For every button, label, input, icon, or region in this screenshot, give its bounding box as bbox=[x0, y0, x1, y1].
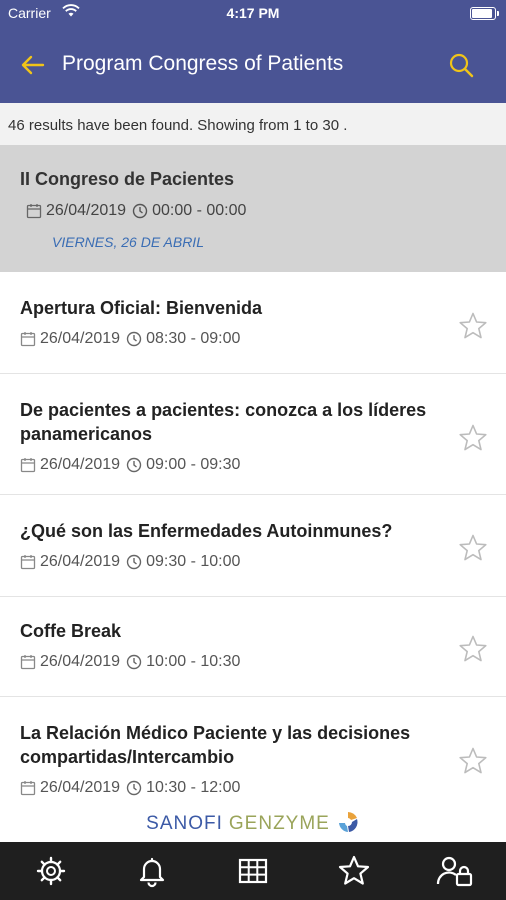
header-bar: Program Congress of Patients bbox=[0, 28, 506, 103]
session-item[interactable]: Apertura Oficial: Bienvenida 26/04/2019 … bbox=[0, 272, 506, 374]
profile-tab[interactable] bbox=[432, 848, 478, 894]
clock-icon bbox=[132, 203, 148, 219]
sponsor-banner: SANOFI GENZYME bbox=[0, 806, 506, 842]
session-date: 26/04/2019 bbox=[40, 779, 121, 796]
session-datetime: 26/04/2019 08:30 - 09:00 bbox=[20, 330, 240, 348]
page-title: Program Congress of Patients bbox=[62, 52, 344, 75]
favorite-star-icon[interactable] bbox=[458, 746, 488, 776]
results-text: 46 results have been found. Showing from… bbox=[8, 117, 348, 134]
session-item[interactable]: Coffe Break 26/04/2019 10:00 - 10:30 bbox=[0, 597, 506, 697]
session-title: De pacientes a pacientes: conozca a los … bbox=[20, 400, 427, 444]
session-item[interactable]: ¿Qué son las Enfermedades Autoinmunes? 2… bbox=[0, 495, 506, 597]
calendar-icon bbox=[20, 555, 36, 570]
grid-icon bbox=[238, 858, 268, 884]
session-time: 08:30 - 09:00 bbox=[146, 330, 241, 347]
calendar-icon bbox=[26, 204, 42, 219]
section-datetime: 26/04/2019 00:00 - 00:00 bbox=[26, 202, 246, 220]
session-date: 26/04/2019 bbox=[40, 330, 121, 347]
clock-icon bbox=[126, 331, 142, 347]
session-item[interactable]: La Relación Médico Paciente y las decisi… bbox=[0, 697, 506, 808]
session-title: Apertura Oficial: Bienvenida bbox=[20, 298, 263, 318]
calendar-icon bbox=[20, 332, 36, 347]
favorite-star-icon[interactable] bbox=[458, 311, 488, 341]
notifications-tab[interactable] bbox=[129, 848, 175, 894]
battery-icon bbox=[470, 7, 499, 20]
session-datetime: 26/04/2019 10:30 - 12:00 bbox=[20, 779, 240, 797]
favorite-star-icon[interactable] bbox=[458, 533, 488, 563]
calendar-icon bbox=[20, 458, 36, 473]
session-date: 26/04/2019 bbox=[40, 653, 121, 670]
bell-icon bbox=[139, 857, 164, 888]
section-time: 00:00 - 00:00 bbox=[152, 202, 247, 219]
session-item[interactable]: De pacientes a pacientes: conozca a los … bbox=[0, 374, 506, 495]
session-time: 09:30 - 10:00 bbox=[146, 553, 241, 570]
section-day-label: VIERNES, 26 DE ABRIL bbox=[52, 234, 204, 250]
session-datetime: 26/04/2019 10:00 - 10:30 bbox=[20, 653, 240, 671]
status-bar: Carrier 4:17 PM bbox=[0, 0, 506, 28]
calendar-icon bbox=[20, 655, 36, 670]
settings-tab[interactable] bbox=[28, 848, 74, 894]
results-summary: 46 results have been found. Showing from… bbox=[0, 103, 506, 145]
session-time: 09:00 - 09:30 bbox=[146, 456, 241, 473]
program-tab[interactable] bbox=[230, 848, 276, 894]
clock-time: 4:17 PM bbox=[226, 5, 280, 21]
star-icon bbox=[339, 855, 370, 885]
session-time: 10:30 - 12:00 bbox=[146, 779, 241, 796]
favorite-star-icon[interactable] bbox=[458, 634, 488, 664]
clock-icon bbox=[126, 457, 142, 473]
session-datetime: 26/04/2019 09:00 - 09:30 bbox=[20, 456, 240, 474]
sponsor-logo-icon bbox=[336, 810, 360, 839]
session-title: La Relación Médico Paciente y las decisi… bbox=[20, 723, 411, 767]
sponsor-name-sanofi: SANOFI bbox=[146, 813, 223, 834]
session-datetime: 26/04/2019 09:30 - 10:00 bbox=[20, 553, 240, 571]
tab-bar bbox=[0, 842, 506, 900]
session-date: 26/04/2019 bbox=[40, 553, 121, 570]
session-date: 26/04/2019 bbox=[40, 456, 121, 473]
back-arrow-icon[interactable] bbox=[18, 50, 48, 80]
search-icon[interactable] bbox=[446, 50, 476, 80]
clock-icon bbox=[126, 654, 142, 670]
section-title: II Congreso de Pacientes bbox=[20, 169, 235, 189]
favorites-tab[interactable] bbox=[331, 848, 377, 894]
user-lock-icon bbox=[437, 856, 473, 887]
session-time: 10:00 - 10:30 bbox=[146, 653, 241, 670]
section-date: 26/04/2019 bbox=[46, 202, 127, 219]
session-title: Coffe Break bbox=[20, 621, 122, 641]
sponsor-name-genzyme: GENZYME bbox=[228, 813, 330, 834]
clock-icon bbox=[126, 554, 142, 570]
section-header: II Congreso de Pacientes 26/04/2019 00:0… bbox=[0, 145, 506, 272]
favorite-star-icon[interactable] bbox=[458, 423, 488, 453]
calendar-icon bbox=[20, 781, 36, 796]
gear-icon bbox=[36, 856, 65, 886]
clock-icon bbox=[126, 780, 142, 796]
session-title: ¿Qué son las Enfermedades Autoinmunes? bbox=[20, 521, 393, 541]
